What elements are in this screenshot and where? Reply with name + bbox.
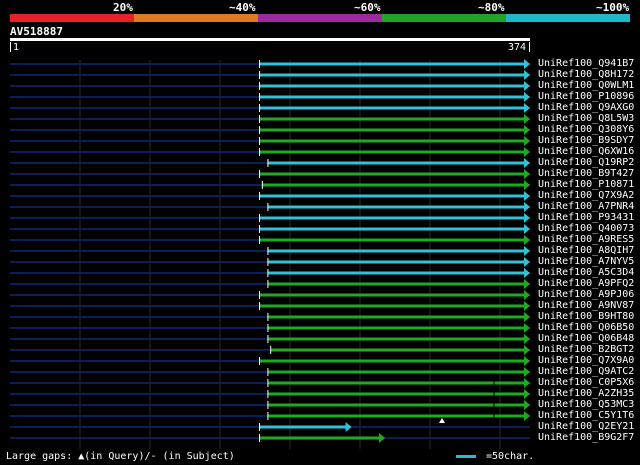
- hit-label[interactable]: UniRef100_P10871: [538, 180, 634, 190]
- hit-arrowhead: [524, 312, 530, 322]
- hit-arrowhead: [524, 411, 530, 421]
- hit-arrowhead: [524, 114, 530, 124]
- hit-label[interactable]: UniRef100_Q0WLM1: [538, 81, 634, 91]
- hit-arrowhead: [524, 235, 530, 245]
- hit-label[interactable]: UniRef100_Q53MC3: [538, 400, 634, 410]
- hit-arrowhead: [524, 323, 530, 333]
- hit-arrowhead: [524, 158, 530, 168]
- hit-label[interactable]: UniRef100_A7PNR4: [538, 202, 634, 212]
- hit-arrowhead: [524, 378, 530, 388]
- hit-arrowhead: [524, 81, 530, 91]
- hit-label[interactable]: UniRef100_A8QIH7: [538, 246, 634, 256]
- hit-arrowhead: [524, 202, 530, 212]
- hit-label[interactable]: UniRef100_Q9ATC2: [538, 367, 634, 377]
- hit-arrowhead: [524, 136, 530, 146]
- hit-arrowhead: [524, 103, 530, 113]
- hit-arrowhead: [345, 422, 352, 432]
- hit-label[interactable]: UniRef100_Q7X9A2: [538, 191, 634, 201]
- hit-arrowhead: [524, 125, 530, 135]
- hit-label[interactable]: UniRef100_A5C3D4: [538, 268, 634, 278]
- hit-label[interactable]: UniRef100_Q8L5W3: [538, 114, 634, 124]
- hit-arrowhead: [379, 433, 386, 443]
- hit-arrowhead: [524, 257, 530, 267]
- hit-label[interactable]: UniRef100_Q06B50: [538, 323, 634, 333]
- hit-label[interactable]: UniRef100_B9HT80: [538, 312, 634, 322]
- hit-arrowhead: [524, 147, 530, 157]
- hit-label[interactable]: UniRef100_Q941B7: [538, 59, 634, 69]
- hit-label[interactable]: UniRef100_B2BGT2: [538, 345, 634, 355]
- hit-label[interactable]: UniRef100_A9RES5: [538, 235, 634, 245]
- hit-arrowhead: [524, 268, 530, 278]
- hit-arrowhead: [524, 301, 530, 311]
- hit-arrowhead: [524, 70, 530, 80]
- hit-label[interactable]: UniRef100_Q19RP2: [538, 158, 634, 168]
- hit-arrowhead: [524, 389, 530, 399]
- hit-arrowhead: [524, 400, 530, 410]
- hit-label[interactable]: UniRef100_P93431: [538, 213, 634, 223]
- scale-swatch: [456, 455, 476, 458]
- hit-arrowhead: [524, 180, 530, 190]
- hit-arrowhead: [524, 246, 530, 256]
- hit-arrowhead: [524, 92, 530, 102]
- hit-label[interactable]: UniRef100_B9G2F7: [538, 433, 634, 443]
- hit-arrowhead: [524, 224, 530, 234]
- hit-label[interactable]: UniRef100_A9PJ06: [538, 290, 634, 300]
- hit-label[interactable]: UniRef100_Q40073: [538, 224, 634, 234]
- hit-arrowhead: [524, 213, 530, 223]
- hit-arrowhead: [524, 59, 530, 69]
- hit-label[interactable]: UniRef100_A2ZH35: [538, 389, 634, 399]
- hit-label[interactable]: UniRef100_A9PFQ2: [538, 279, 634, 289]
- hit-arrowhead: [524, 279, 530, 289]
- hit-label[interactable]: UniRef100_C0P5X6: [538, 378, 634, 388]
- hit-label[interactable]: UniRef100_B9SDY7: [538, 136, 634, 146]
- scale-legend: =50char.: [486, 451, 535, 462]
- hit-label[interactable]: UniRef100_P10896: [538, 92, 634, 102]
- hit-label[interactable]: UniRef100_Q06B48: [538, 334, 634, 344]
- hit-label[interactable]: UniRef100_A7NYV5: [538, 257, 634, 267]
- hit-arrowhead: [524, 290, 530, 300]
- hit-label[interactable]: UniRef100_A9NV87: [538, 301, 634, 311]
- hit-label[interactable]: UniRef100_Q2EY21: [538, 422, 634, 432]
- hit-label[interactable]: UniRef100_B9T427: [538, 169, 634, 179]
- hit-arrowhead: [524, 334, 530, 344]
- gaps-legend: Large gaps: ▲(in Query)/- (in Subject): [6, 451, 235, 462]
- hit-arrowhead: [524, 345, 530, 355]
- hit-label[interactable]: UniRef100_C5Y1T6: [538, 411, 634, 421]
- hit-label[interactable]: UniRef100_Q7X9A0: [538, 356, 634, 366]
- hit-label[interactable]: UniRef100_Q308Y6: [538, 125, 634, 135]
- hit-label[interactable]: UniRef100_Q6XW16: [538, 147, 634, 157]
- hit-arrowhead: [524, 169, 530, 179]
- hit-arrowhead: [524, 367, 530, 377]
- query-gap-marker: [439, 418, 445, 423]
- hit-arrowhead: [524, 356, 530, 366]
- hit-label[interactable]: UniRef100_Q9AXG0: [538, 103, 634, 113]
- hit-arrowhead: [524, 191, 530, 201]
- hit-label[interactable]: UniRef100_Q8H172: [538, 70, 634, 80]
